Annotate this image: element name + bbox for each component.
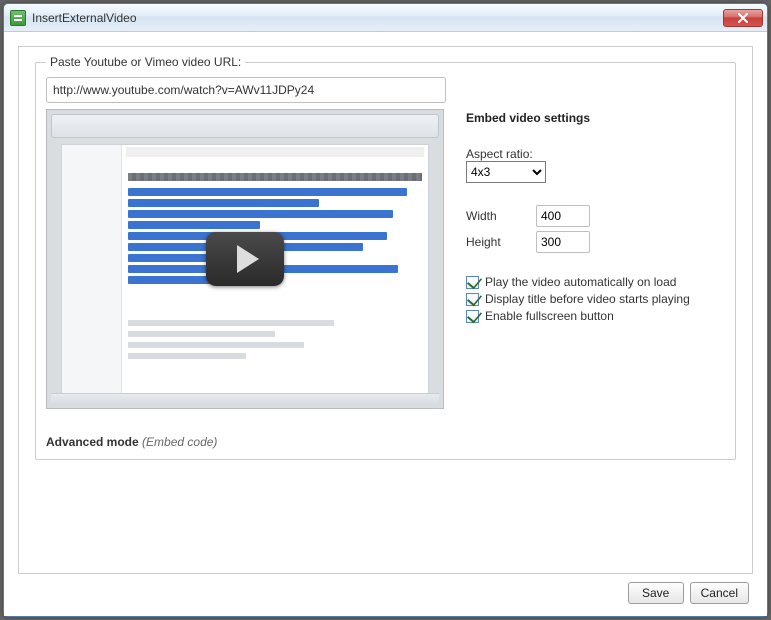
- video-preview[interactable]: [46, 109, 444, 409]
- video-url-input[interactable]: [46, 77, 446, 103]
- height-label: Height: [466, 235, 536, 249]
- window-title: InsertExternalVideo: [32, 11, 137, 25]
- autoplay-label: Play the video automatically on load: [485, 275, 676, 289]
- advanced-mode-toggle[interactable]: Advanced mode (Embed code): [46, 435, 725, 449]
- url-legend: Paste Youtube or Vimeo video URL:: [46, 55, 245, 69]
- aspect-ratio-select[interactable]: 4x3: [466, 161, 546, 183]
- fullscreen-label: Enable fullscreen button: [485, 309, 614, 323]
- cancel-button[interactable]: Cancel: [690, 582, 749, 604]
- display-title-checkbox[interactable]: [466, 293, 479, 306]
- url-fieldset: Paste Youtube or Vimeo video URL:: [35, 55, 736, 460]
- autoplay-checkbox[interactable]: [466, 276, 479, 289]
- content-frame: Paste Youtube or Vimeo video URL:: [18, 46, 753, 574]
- settings-panel: Embed video settings Aspect ratio: 4x3 W…: [466, 109, 725, 409]
- width-input[interactable]: [536, 205, 590, 227]
- close-icon: [738, 13, 748, 23]
- close-button[interactable]: [723, 9, 763, 27]
- client-area: Paste Youtube or Vimeo video URL:: [4, 32, 767, 616]
- titlebar[interactable]: InsertExternalVideo: [4, 4, 767, 32]
- advanced-mode-hint: (Embed code): [142, 435, 217, 449]
- app-icon: [10, 10, 26, 26]
- advanced-mode-label: Advanced mode: [46, 435, 139, 449]
- save-button[interactable]: Save: [628, 582, 684, 604]
- settings-heading: Embed video settings: [466, 111, 725, 125]
- aspect-ratio-label: Aspect ratio:: [466, 147, 725, 161]
- play-icon: [206, 232, 284, 286]
- height-input[interactable]: [536, 231, 590, 253]
- button-bar: Save Cancel: [18, 574, 753, 606]
- width-label: Width: [466, 209, 536, 223]
- fullscreen-checkbox[interactable]: [466, 310, 479, 323]
- display-title-label: Display title before video starts playin…: [485, 292, 690, 306]
- dialog-window: InsertExternalVideo Paste Youtube or Vim…: [3, 3, 768, 617]
